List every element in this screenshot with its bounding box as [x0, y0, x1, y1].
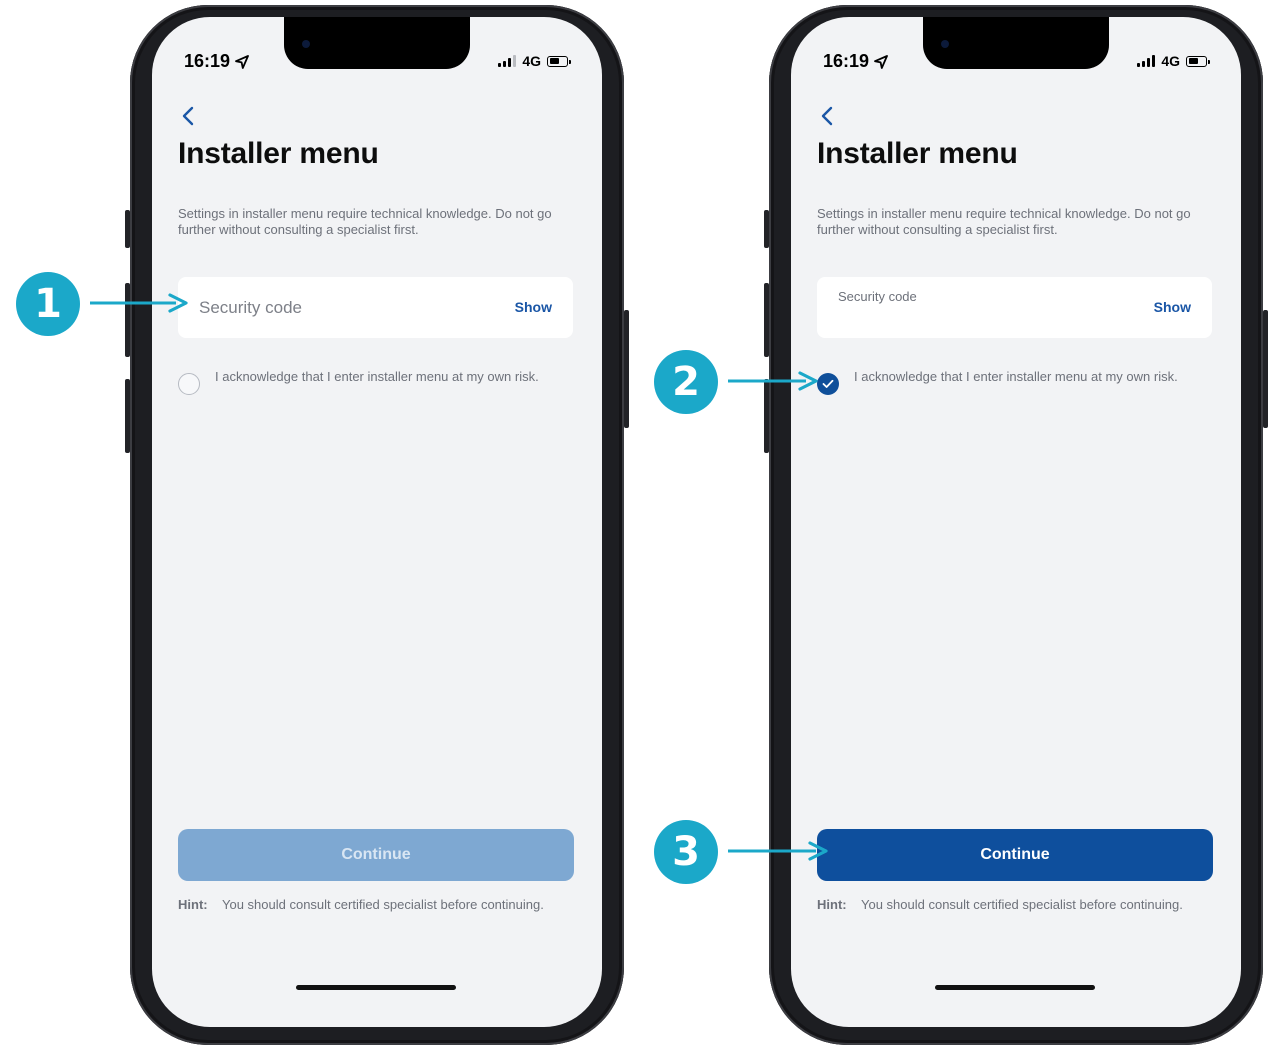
screen-1: 16:19 4G Installer menu Settings in inst…: [152, 17, 602, 1027]
notch: [923, 17, 1109, 69]
status-time-text: 16:19: [184, 51, 231, 71]
back-chevron-icon: [821, 106, 833, 126]
network-label: 4G: [1161, 53, 1180, 69]
home-indicator: [296, 985, 456, 990]
location-arrow-icon: [235, 54, 249, 69]
hint-label: Hint:: [817, 897, 847, 912]
acknowledge-text: I acknowledge that I enter installer men…: [215, 369, 539, 384]
security-code-input[interactable]: Security code Show: [817, 277, 1212, 338]
page-title: Installer menu: [178, 137, 379, 170]
phone-mockup-2: 16:19 4G Installer menu Settings in inst…: [764, 5, 1268, 1045]
security-code-input[interactable]: Security code Show: [178, 277, 573, 338]
status-right: 4G: [1137, 53, 1210, 69]
screen-2: 16:19 4G Installer menu Settings in inst…: [791, 17, 1241, 1027]
show-code-button[interactable]: Show: [515, 299, 552, 315]
warning-description: Settings in installer menu require techn…: [817, 206, 1191, 237]
back-button[interactable]: [178, 104, 198, 128]
continue-button[interactable]: Continue: [178, 829, 574, 881]
hint-label: Hint:: [178, 897, 208, 912]
warning-description: Settings in installer menu require techn…: [178, 206, 552, 237]
home-indicator: [935, 985, 1095, 990]
power-button: [624, 310, 629, 428]
status-time-text: 16:19: [823, 51, 870, 71]
silent-switch: [764, 210, 769, 248]
status-time: 16:19: [184, 51, 249, 72]
step-marker-2: 2: [654, 350, 718, 414]
page-title: Installer menu: [817, 137, 1018, 170]
silent-switch: [125, 210, 130, 248]
power-button: [1263, 310, 1268, 428]
location-arrow-icon: [874, 54, 888, 69]
notch: [284, 17, 470, 69]
hint-text: You should consult certified specialist …: [861, 897, 1183, 912]
arrow-right-icon: [90, 293, 188, 313]
network-label: 4G: [522, 53, 541, 69]
step-marker-1: 1: [16, 272, 80, 336]
battery-icon: [547, 55, 571, 67]
security-code-placeholder: Security code: [199, 298, 302, 317]
acknowledge-checkbox[interactable]: [178, 373, 200, 395]
acknowledge-text: I acknowledge that I enter installer men…: [854, 369, 1178, 384]
back-button[interactable]: [817, 104, 837, 128]
show-code-button[interactable]: Show: [1154, 299, 1191, 315]
arrow-right-icon: [728, 841, 828, 861]
signal-icon: [498, 55, 517, 67]
back-chevron-icon: [182, 106, 194, 126]
security-code-label: Security code: [838, 289, 917, 304]
status-right: 4G: [498, 53, 571, 69]
phone-mockup-1: 16:19 4G Installer menu Settings in inst…: [125, 5, 629, 1045]
continue-button[interactable]: Continue: [817, 829, 1213, 881]
step-marker-3: 3: [654, 820, 718, 884]
arrow-right-icon: [728, 371, 818, 391]
checkmark-icon: [822, 379, 834, 388]
signal-icon: [1137, 55, 1156, 67]
volume-up-button: [764, 283, 769, 357]
volume-down-button: [125, 379, 130, 453]
status-time: 16:19: [823, 51, 888, 72]
hint-text: You should consult certified specialist …: [222, 897, 544, 912]
battery-icon: [1186, 55, 1210, 67]
